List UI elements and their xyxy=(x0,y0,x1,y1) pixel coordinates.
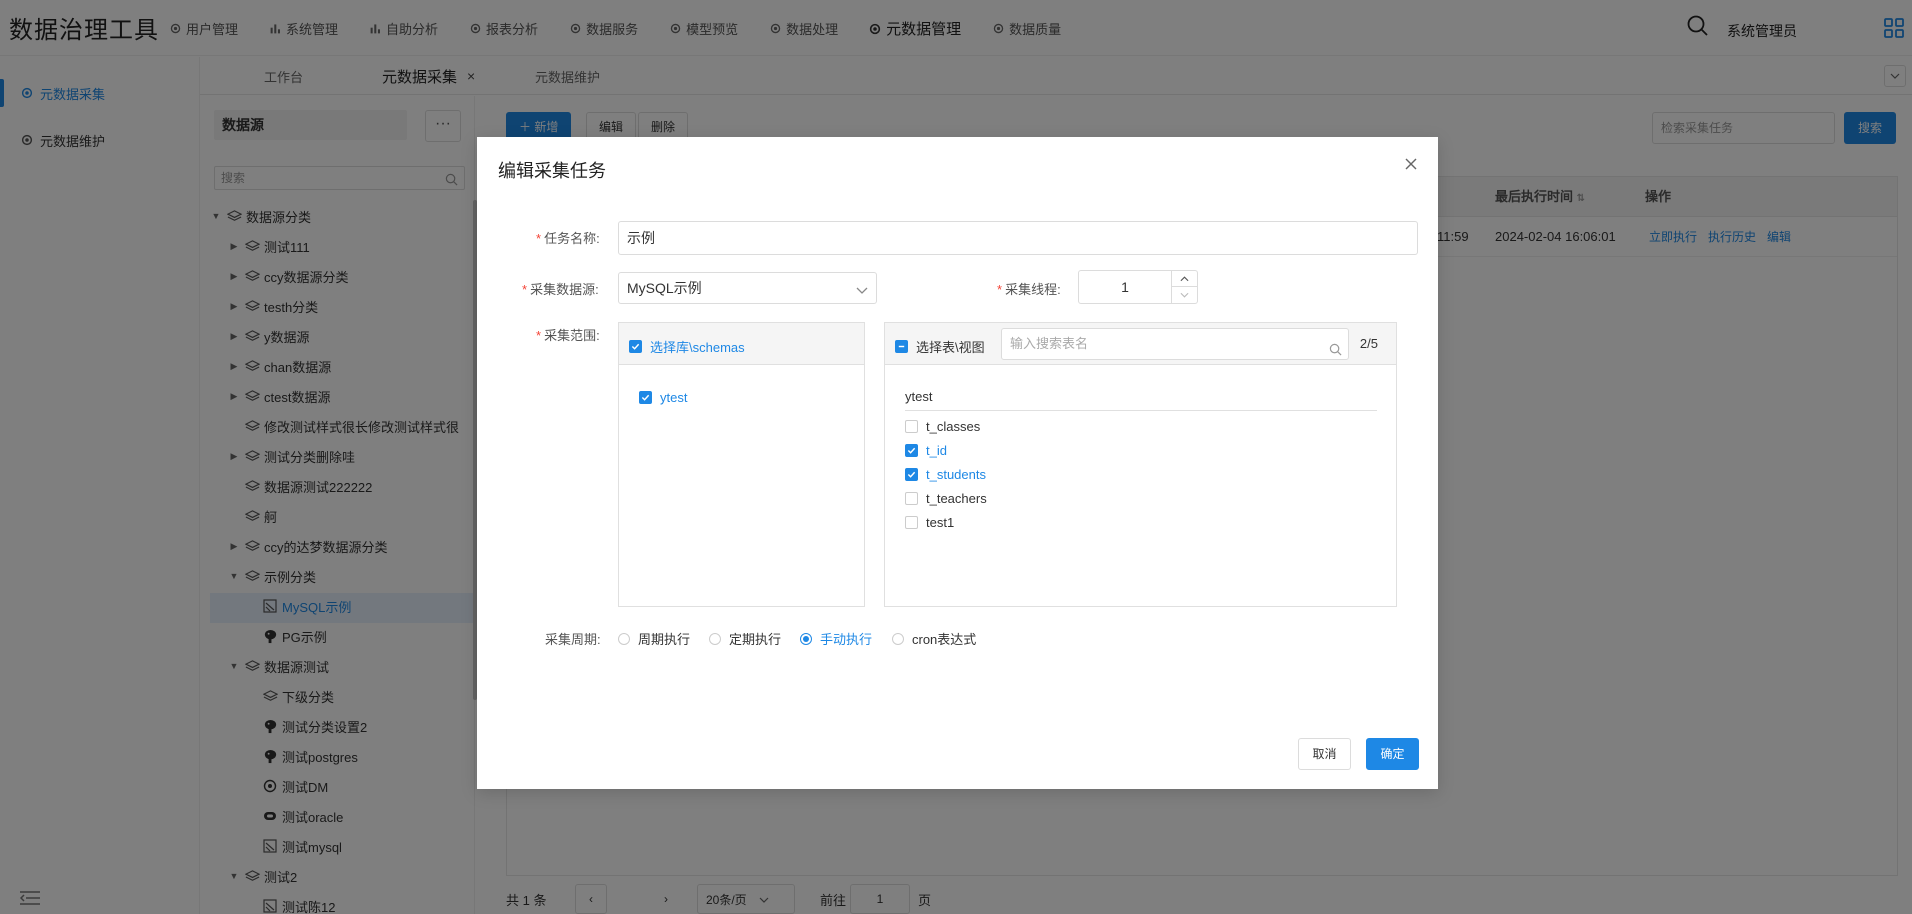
radio-empty-icon xyxy=(618,632,630,645)
table-item-label: t_students xyxy=(926,467,986,482)
period-option-label: 周期执行 xyxy=(638,632,691,647)
checkbox-empty-icon xyxy=(905,420,918,433)
threads-value[interactable]: 1 xyxy=(1079,271,1171,303)
table-item[interactable]: t_teachers xyxy=(905,491,987,506)
table-item-label: t_teachers xyxy=(926,491,987,506)
scope-label: * 采集范围: xyxy=(536,328,600,343)
table-item-label: t_id xyxy=(926,443,947,458)
table-group-title: ytest xyxy=(905,389,1377,411)
schemas-header: 选择库\schemas xyxy=(619,323,864,365)
period-option[interactable]: cron表达式 xyxy=(892,629,976,648)
radio-empty-icon xyxy=(892,632,904,645)
schemas-box: 选择库\schemas ytest xyxy=(618,322,865,607)
checkbox-empty-icon xyxy=(905,516,918,529)
edit-task-dialog: 编辑采集任务 * 任务名称: 示例 * 采集数据源: MySQL示例 * 采集线程: … xyxy=(477,137,1438,789)
checkbox-checked-icon xyxy=(639,391,652,404)
period-option[interactable]: 周期执行 xyxy=(618,629,690,648)
threads-label: * 采集线程: xyxy=(997,282,1061,297)
table-item[interactable]: t_students xyxy=(905,467,986,482)
period-option-label: 手动执行 xyxy=(820,632,873,647)
period-option[interactable]: 定期执行 xyxy=(709,629,781,648)
checkbox-empty-icon xyxy=(905,492,918,505)
radio-selected-icon xyxy=(800,632,812,645)
period-option[interactable]: 手动执行 xyxy=(800,629,872,648)
select-all-tables-checkbox[interactable]: 选择表\视图 xyxy=(895,337,985,356)
confirm-button[interactable]: 确定 xyxy=(1366,738,1419,770)
table-item[interactable]: test1 xyxy=(905,515,954,530)
checkbox-indeterminate-icon xyxy=(895,340,908,353)
cancel-button[interactable]: 取消 xyxy=(1298,738,1351,770)
table-item-label: t_classes xyxy=(926,419,981,434)
period-option-label: 定期执行 xyxy=(729,632,782,647)
decrease-icon[interactable] xyxy=(1172,287,1197,303)
task-name-input[interactable]: 示例 xyxy=(618,221,1418,255)
table-item[interactable]: t_classes xyxy=(905,419,980,434)
period-option-label: cron表达式 xyxy=(912,632,977,647)
dialog-title: 编辑采集任务 xyxy=(498,161,606,181)
schema-item-ytest[interactable]: ytest xyxy=(639,390,687,405)
data-source-label: * 采集数据源: xyxy=(522,282,599,297)
task-name-label: * 任务名称: xyxy=(536,231,600,246)
data-source-select[interactable]: MySQL示例 xyxy=(618,272,877,304)
close-icon[interactable] xyxy=(1404,157,1420,173)
checkbox-checked-icon xyxy=(629,340,642,353)
stepper-buttons xyxy=(1171,271,1197,303)
table-search-input[interactable]: 输入搜索表名 xyxy=(1001,328,1349,360)
threads-stepper[interactable]: 1 xyxy=(1078,270,1198,304)
chevron-down-icon xyxy=(856,282,868,298)
checkbox-checked-icon xyxy=(905,444,918,457)
select-all-schemas-checkbox[interactable]: 选择库\schemas xyxy=(629,337,745,356)
radio-empty-icon xyxy=(709,632,721,645)
period-label: 采集周期: xyxy=(545,632,601,647)
tables-header: 选择表\视图 输入搜索表名 2/5 xyxy=(885,323,1396,365)
table-item-label: test1 xyxy=(926,515,955,530)
selected-count: 2/5 xyxy=(1359,336,1378,351)
table-item[interactable]: t_id xyxy=(905,443,947,458)
increase-icon[interactable] xyxy=(1172,271,1197,287)
checkbox-checked-icon xyxy=(905,468,918,481)
tables-box: 选择表\视图 输入搜索表名 2/5 ytest t_classes t_id t_s… xyxy=(884,322,1397,607)
search-icon xyxy=(1329,337,1342,367)
